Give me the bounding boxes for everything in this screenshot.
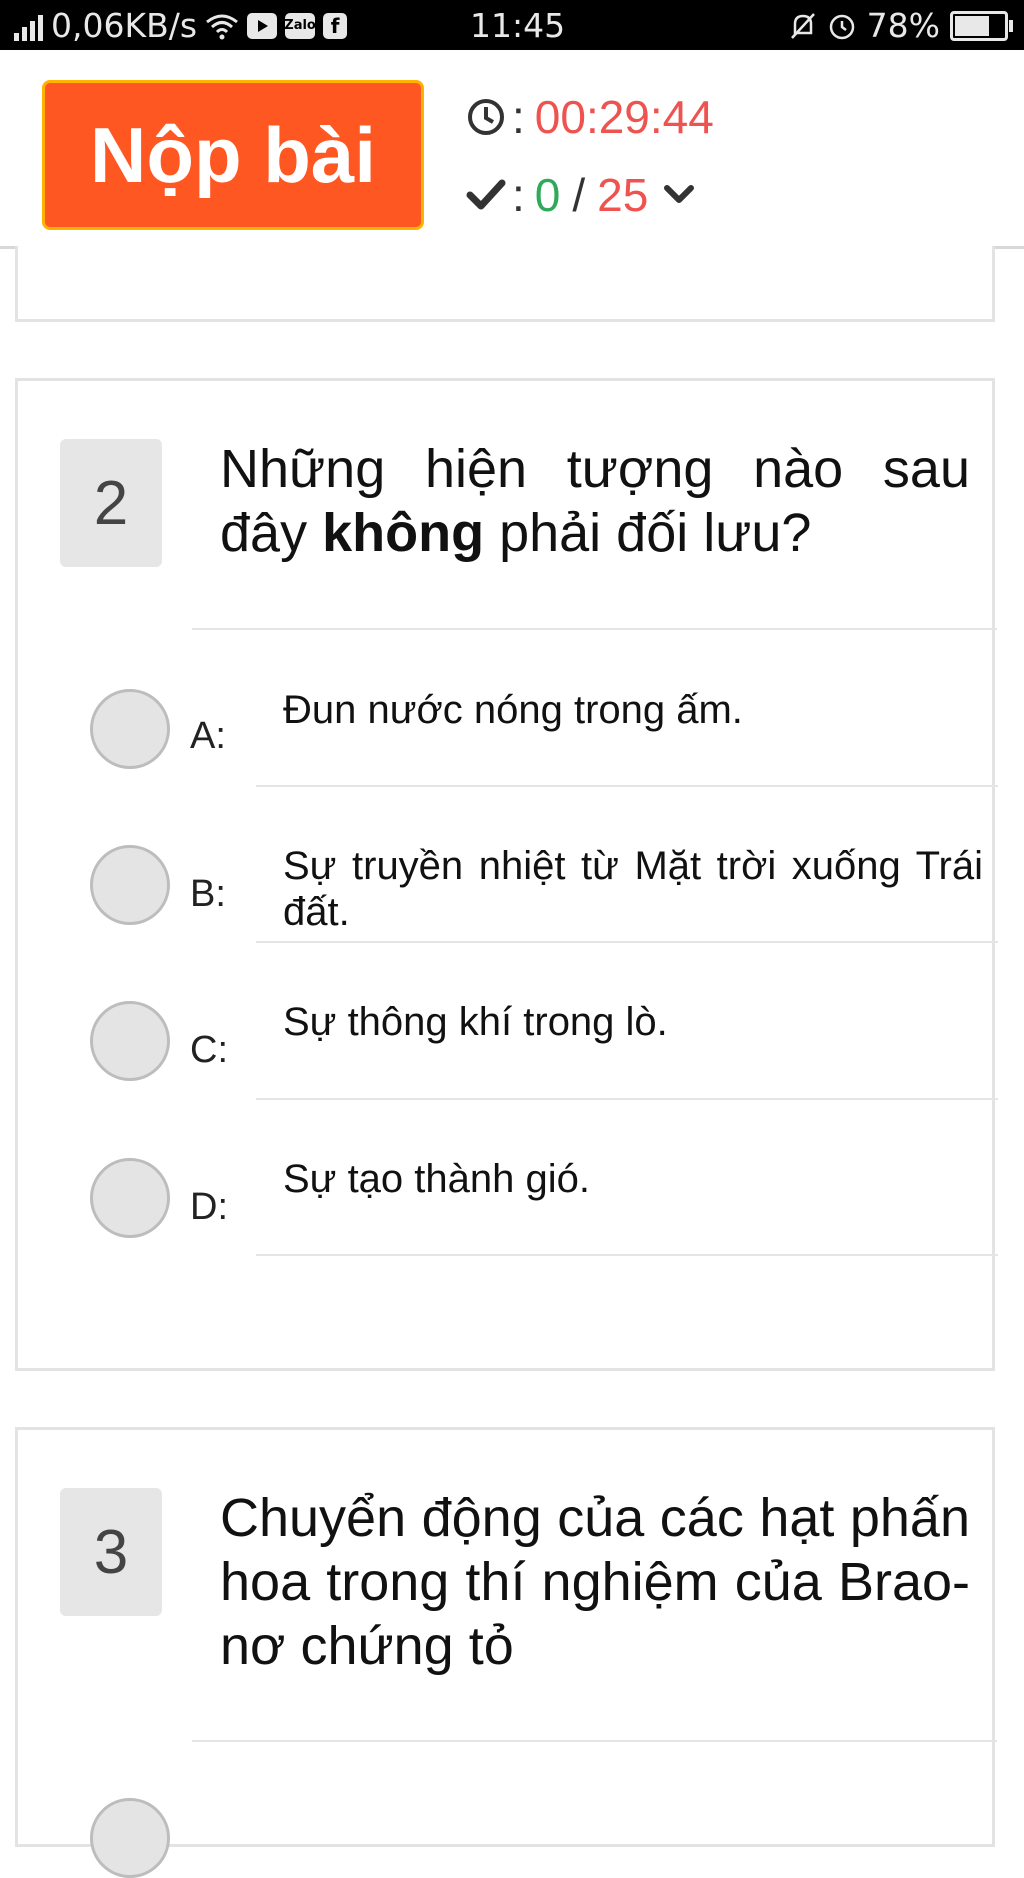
option-c-letter: C:	[190, 1029, 228, 1071]
youtube-icon	[247, 12, 278, 39]
option-c-radio[interactable]	[90, 1001, 170, 1081]
network-speed: 0,06KB/s	[51, 6, 198, 45]
total-count: 25	[597, 169, 649, 221]
question-card: 2 Những hiện tượng nào sau đây không phả…	[15, 378, 998, 1371]
clock-icon	[468, 99, 504, 135]
option-a-letter: A:	[190, 715, 226, 757]
answered-count: 0	[534, 169, 561, 221]
question-number: 3	[60, 1488, 162, 1616]
zalo-icon: Zalo	[284, 12, 316, 39]
progress-slash: /	[572, 169, 586, 221]
clock: 11:45	[470, 6, 566, 45]
question-text-bold: không	[322, 503, 485, 563]
timer-value: 00:29:44	[534, 91, 714, 143]
option-d-letter: D:	[190, 1186, 228, 1228]
question-text-part: phải đối lưu?	[484, 503, 812, 563]
option-b-radio[interactable]	[90, 845, 170, 925]
battery-percent: 78%	[866, 6, 940, 45]
option-d-radio[interactable]	[90, 1158, 170, 1238]
status-bar: 0,06KB/s Zalo f 11:45 78%	[0, 0, 1024, 50]
check-icon	[466, 179, 506, 210]
question-card-previous	[15, 246, 995, 322]
quiz-header: Nộp bài : 00:29:44 : 0 / 25	[0, 50, 1024, 249]
mute-icon	[790, 12, 815, 39]
divider	[256, 1254, 998, 1256]
option-a-text[interactable]: Đun nước nóng trong ấm.	[283, 687, 983, 733]
submit-button[interactable]: Nộp bài	[42, 80, 424, 230]
answer-progress[interactable]: : 0 / 25	[466, 168, 696, 222]
timer: : 00:29:44	[466, 90, 714, 144]
option-c-text[interactable]: Sự thông khí trong lò.	[283, 999, 983, 1045]
divider	[256, 941, 998, 943]
wifi-icon	[206, 14, 239, 39]
divider	[256, 785, 998, 787]
option-b-text[interactable]: Sự truyền nhiệt từ Mặt trời xuống Trái đ…	[283, 843, 983, 935]
facebook-icon: f	[323, 12, 348, 39]
divider	[192, 1740, 997, 1742]
option-a-radio[interactable]	[90, 1798, 170, 1878]
divider	[256, 1098, 998, 1100]
progress-separator: :	[512, 169, 525, 221]
divider	[192, 628, 997, 630]
question-number: 2	[60, 439, 162, 567]
option-d-text[interactable]: Sự tạo thành gió.	[283, 1156, 983, 1202]
alarm-icon	[829, 14, 854, 39]
battery-icon	[950, 10, 1013, 41]
option-a-radio[interactable]	[90, 689, 170, 769]
option-b-letter: B:	[190, 873, 226, 915]
question-text: Những hiện tượng nào sau đây không phải …	[220, 437, 970, 565]
chevron-down-icon[interactable]	[662, 182, 696, 208]
question-text: Chuyển động của các hạt phấn hoa trong t…	[220, 1488, 970, 1676]
timer-separator: :	[512, 91, 525, 143]
question-card: 3 Chuyển động của các hạt phấn hoa trong…	[15, 1427, 997, 1878]
signal-icon	[14, 11, 43, 41]
